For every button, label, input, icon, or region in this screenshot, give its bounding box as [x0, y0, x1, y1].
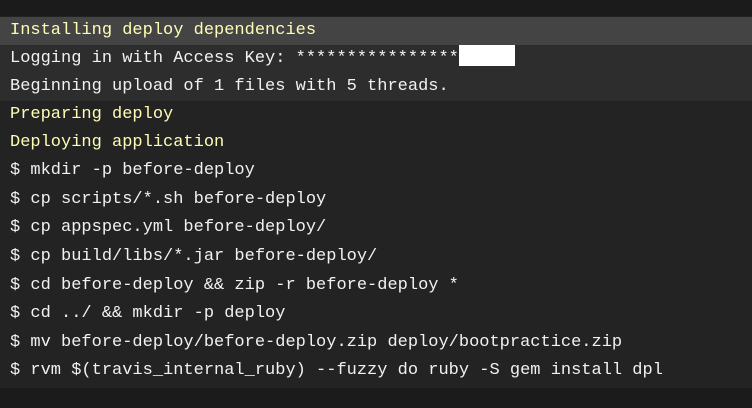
log-line-access-key: Logging in with Access Key: ************…	[0, 45, 752, 73]
log-line-text: Logging in with Access Key: ************…	[10, 49, 459, 68]
fold-header-install-deploy-deps[interactable]: Installing deploy dependencies	[0, 17, 752, 45]
log-line-text: $ rvm $(travis_internal_ruby) --fuzzy do…	[10, 361, 663, 380]
log-line-text: Beginning upload of 1 files with 5 threa…	[10, 77, 449, 96]
log-line-text: $ cd before-deploy && zip -r before-depl…	[10, 276, 459, 295]
log-line-command: $ mkdir -p before-deploy	[0, 157, 752, 185]
log-line-preparing-deploy: Preparing deploy	[0, 101, 752, 129]
log-line-text: $ cp build/libs/*.jar before-deploy/	[10, 247, 378, 266]
terminal-top-strip	[0, 0, 752, 16]
log-line-command: $ rvm $(travis_internal_ruby) --fuzzy do…	[0, 357, 752, 385]
log-line-upload: Beginning upload of 1 files with 5 threa…	[0, 73, 752, 101]
log-line-command: $ cd before-deploy && zip -r before-depl…	[0, 272, 752, 300]
log-line-command: $ cp appspec.yml before-deploy/	[0, 214, 752, 242]
redacted-secret	[458, 45, 515, 66]
log-line-text: Deploying application	[10, 133, 225, 152]
log-line-command: $ cp build/libs/*.jar before-deploy/	[0, 243, 752, 271]
log-line-text: $ cp appspec.yml before-deploy/	[10, 218, 327, 237]
terminal-bottom-strip	[0, 388, 752, 408]
log-line-text: $ cd ../ && mkdir -p deploy	[10, 304, 286, 323]
log-line-text: $ mv before-deploy/before-deploy.zip dep…	[10, 333, 623, 352]
log-line-command: $ cp scripts/*.sh before-deploy	[0, 186, 752, 214]
log-line-command: $ cd ../ && mkdir -p deploy	[0, 300, 752, 328]
log-line-command: $ mv before-deploy/before-deploy.zip dep…	[0, 329, 752, 357]
log-line-deploying-application: Deploying application	[0, 129, 752, 157]
log-line-text: $ cp scripts/*.sh before-deploy	[10, 190, 327, 209]
log-line-text: Preparing deploy	[10, 105, 174, 124]
terminal-log: Installing deploy dependencies Logging i…	[0, 0, 752, 408]
log-line-text: $ mkdir -p before-deploy	[10, 161, 255, 180]
log-line-text: Installing deploy dependencies	[10, 21, 317, 40]
